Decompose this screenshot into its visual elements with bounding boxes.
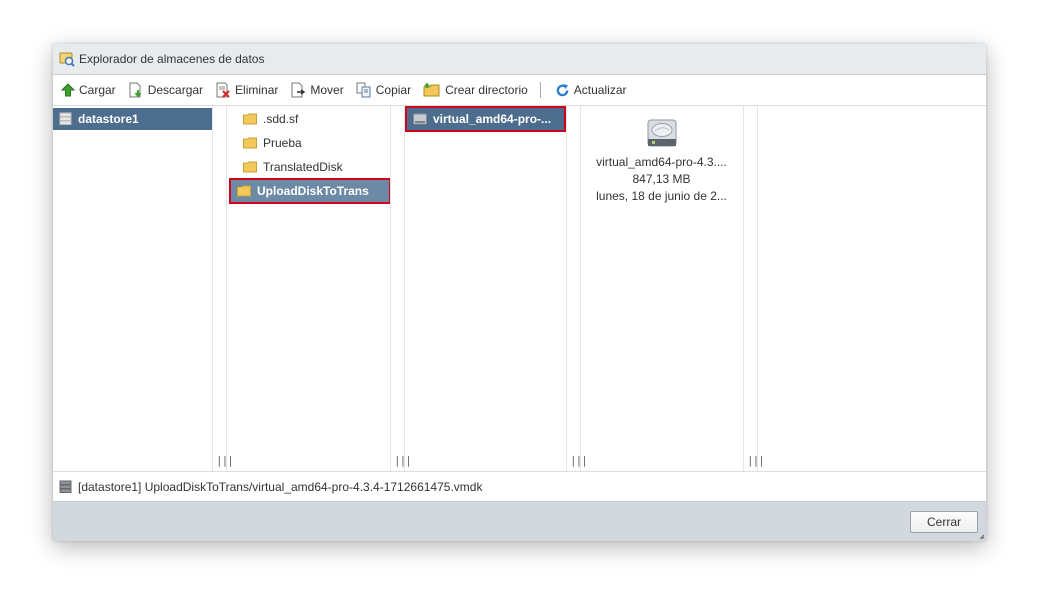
download-label: Descargar [147, 83, 204, 97]
toolbar: Cargar Descargar Eliminar Mover Copiar C… [53, 75, 986, 106]
file-column: virtual_amd64-pro-... [405, 106, 566, 471]
folder-item[interactable]: Prueba [237, 132, 387, 154]
folder-label: UploadDiskToTrans [257, 184, 369, 198]
close-button[interactable]: Cerrar [910, 511, 978, 533]
move-button[interactable]: Mover [286, 79, 347, 101]
file-detail-name: virtual_amd64-pro-4.3.... [596, 155, 727, 169]
create-directory-label: Crear directorio [445, 83, 528, 97]
dialog-footer: Cerrar [53, 501, 986, 541]
details-column: virtual_amd64-pro-4.3.... 847,13 MB lune… [581, 106, 743, 471]
close-label: Cerrar [926, 515, 961, 529]
refresh-label: Actualizar [573, 83, 627, 97]
column-resize-handle[interactable]: ||| [212, 106, 234, 471]
status-bar: [datastore1] UploadDiskToTrans/virtual_a… [53, 471, 986, 501]
upload-icon [61, 83, 75, 97]
file-details: virtual_amd64-pro-4.3.... 847,13 MB lune… [581, 118, 742, 205]
copy-icon [356, 82, 371, 98]
folder-item[interactable]: .sdd.sf [237, 108, 387, 130]
folder-label: .sdd.sf [263, 112, 299, 126]
datastore-icon [59, 112, 72, 126]
folder-item[interactable]: TranslatedDisk [237, 156, 387, 178]
current-path: [datastore1] UploadDiskToTrans/virtual_a… [78, 479, 483, 494]
folder-icon [237, 185, 251, 197]
folder-column: .sdd.sf Prueba TranslatedDisk UploadDisk… [227, 106, 391, 471]
datastore-item[interactable]: datastore1 [53, 108, 212, 130]
upload-label: Cargar [79, 83, 116, 97]
file-detail-size: 847,13 MB [632, 172, 691, 186]
hard-disk-icon [581, 118, 742, 148]
file-detail-date: lunes, 18 de junio de 2... [596, 189, 727, 203]
folder-icon [243, 161, 257, 173]
browser-columns: datastore1 ||| .sdd.sf Prueba Translated… [53, 106, 986, 471]
datastore-browser-dialog: Explorador de almacenes de datos Cargar … [53, 44, 986, 541]
move-label: Mover [310, 83, 344, 97]
folder-item-selected[interactable]: UploadDiskToTrans [229, 178, 391, 204]
refresh-button[interactable]: Actualizar [551, 79, 631, 101]
resize-grip-icon[interactable] [979, 534, 985, 540]
folder-label: TranslatedDisk [263, 160, 343, 174]
folder-label: Prueba [263, 136, 302, 150]
file-item-selected[interactable]: virtual_amd64-pro-... [405, 106, 566, 132]
download-icon [129, 82, 141, 98]
folder-icon [243, 137, 257, 149]
virtual-disk-icon [413, 113, 427, 125]
datastore-column: datastore1 [53, 106, 212, 471]
column-resize-handle[interactable]: ||| [743, 106, 765, 471]
toolbar-separator [539, 82, 541, 98]
move-icon [291, 82, 306, 98]
delete-icon [216, 82, 230, 98]
file-label: virtual_amd64-pro-... [433, 112, 552, 126]
datastore-path-icon [59, 480, 72, 494]
delete-button[interactable]: Eliminar [211, 79, 282, 101]
delete-label: Eliminar [235, 83, 279, 97]
download-button[interactable]: Descargar [124, 79, 207, 101]
datastore-label: datastore1 [78, 112, 139, 126]
empty-column [758, 106, 986, 471]
folder-icon [243, 113, 257, 125]
create-directory-button[interactable]: Crear directorio [419, 79, 532, 101]
window-title: Explorador de almacenes de datos [79, 52, 265, 66]
copy-label: Copiar [375, 83, 412, 97]
title-bar: Explorador de almacenes de datos [53, 44, 986, 75]
column-resize-handle[interactable]: ||| [390, 106, 412, 471]
refresh-icon [556, 83, 569, 96]
upload-button[interactable]: Cargar [57, 79, 120, 101]
copy-button[interactable]: Copiar [352, 79, 415, 101]
new-folder-icon [423, 83, 440, 97]
datastore-browser-icon [59, 51, 75, 67]
column-resize-handle[interactable]: ||| [566, 106, 588, 471]
